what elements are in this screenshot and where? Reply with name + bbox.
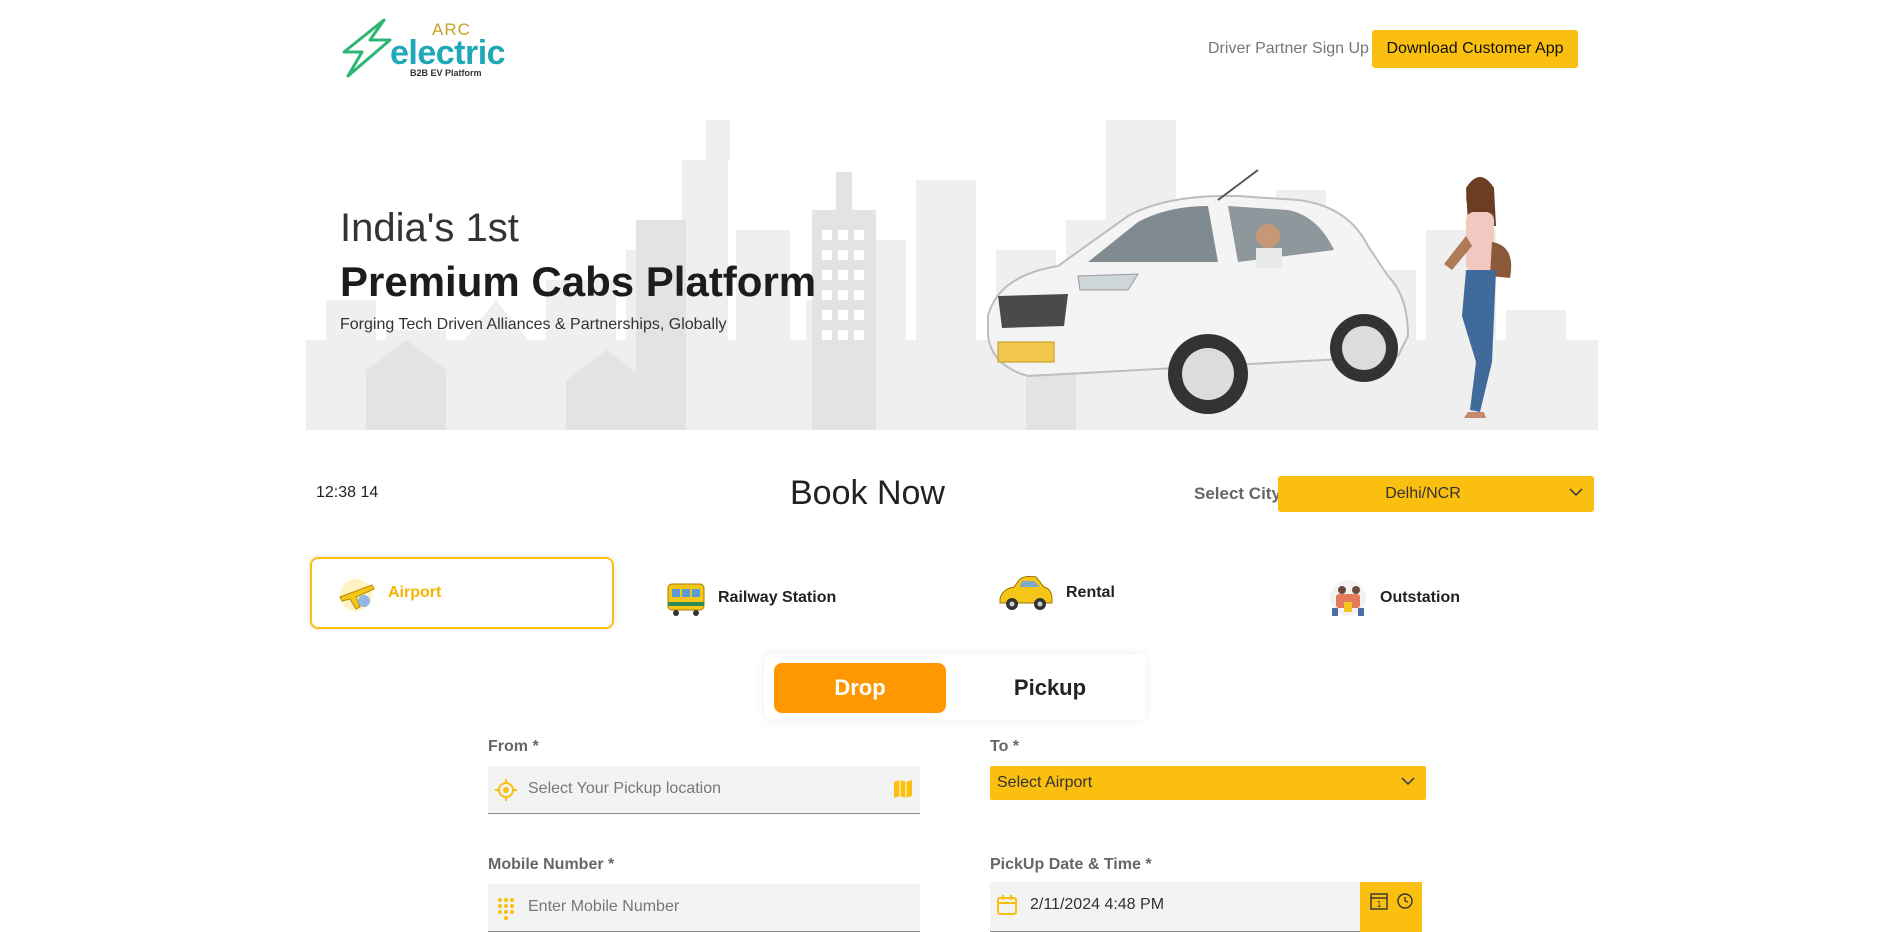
logo-tagline: B2B EV Platform bbox=[410, 68, 482, 78]
trip-type-toggle: Drop Pickup bbox=[764, 654, 1146, 720]
category-rental[interactable]: Rental bbox=[996, 557, 1115, 629]
category-outstation[interactable]: Outstation bbox=[1326, 562, 1460, 634]
pickup-datetime-field: 1 bbox=[990, 882, 1422, 932]
hero-line1: India's 1st bbox=[340, 206, 519, 250]
city-select-value: Delhi/NCR bbox=[1385, 485, 1461, 502]
chevron-down-icon bbox=[1400, 773, 1416, 794]
book-now-heading: Book Now bbox=[790, 474, 945, 512]
datetime-picker-buttons: 1 bbox=[1360, 882, 1422, 932]
mobile-number-input[interactable] bbox=[528, 884, 868, 930]
airport-select[interactable]: Select Airport bbox=[990, 766, 1426, 800]
category-railway-station-label: Railway Station bbox=[718, 589, 837, 606]
from-label: From * bbox=[488, 738, 539, 755]
taxi-icon bbox=[996, 571, 1056, 615]
drop-button[interactable]: Drop bbox=[774, 663, 946, 713]
chevron-down-icon bbox=[1568, 484, 1584, 505]
download-customer-app-button[interactable]: Download Customer App bbox=[1372, 30, 1578, 68]
category-outstation-label: Outstation bbox=[1380, 589, 1460, 606]
arc-electric-logo[interactable]: ARC electric B2B EV Platform bbox=[336, 18, 521, 78]
hero-title: Premium Cabs Platform bbox=[340, 258, 817, 305]
airplane-icon bbox=[334, 571, 378, 615]
calendar-day-number: 1 bbox=[1376, 900, 1381, 909]
mobile-number-field bbox=[488, 884, 920, 932]
white-cab-and-woman-illustration bbox=[987, 169, 1512, 418]
location-target-icon bbox=[494, 778, 518, 807]
category-rental-label: Rental bbox=[1066, 584, 1115, 601]
select-city-label: Select City bbox=[1194, 484, 1281, 503]
keypad-icon bbox=[494, 896, 518, 925]
pickup-location-input[interactable] bbox=[528, 766, 868, 812]
category-airport-label: Airport bbox=[388, 584, 442, 601]
site-header: ARC electric B2B EV Platform Driver Part… bbox=[0, 0, 1892, 100]
hero-banner: India's 1st Premium Cabs Platform Forgin… bbox=[306, 100, 1598, 430]
time-picker-icon[interactable] bbox=[1396, 892, 1414, 915]
lightning-bolt-icon bbox=[342, 18, 392, 78]
city-select[interactable]: Delhi/NCR bbox=[1278, 476, 1594, 512]
pickup-datetime-input[interactable] bbox=[1030, 882, 1370, 928]
category-railway-station[interactable]: Railway Station bbox=[664, 562, 836, 634]
to-label: To * bbox=[990, 738, 1020, 755]
date-picker-icon[interactable]: 1 bbox=[1370, 892, 1388, 915]
pickup-datetime-label: PickUp Date & Time * bbox=[990, 856, 1152, 873]
travel-icon bbox=[1326, 576, 1370, 620]
airport-select-value: Select Airport bbox=[997, 774, 1093, 791]
category-airport[interactable]: Airport bbox=[310, 557, 614, 629]
train-icon bbox=[664, 576, 708, 620]
mobile-number-label: Mobile Number * bbox=[488, 856, 615, 873]
driver-partner-signup-link[interactable]: Driver Partner Sign Up bbox=[1208, 40, 1369, 58]
clock-time: 12:38 14 bbox=[316, 484, 379, 501]
pickup-button[interactable]: Pickup bbox=[964, 663, 1136, 713]
from-field bbox=[488, 766, 920, 814]
calendar-icon bbox=[996, 894, 1018, 921]
map-icon[interactable] bbox=[892, 778, 914, 805]
hero-subtitle: Forging Tech Driven Alliances & Partners… bbox=[340, 316, 727, 333]
